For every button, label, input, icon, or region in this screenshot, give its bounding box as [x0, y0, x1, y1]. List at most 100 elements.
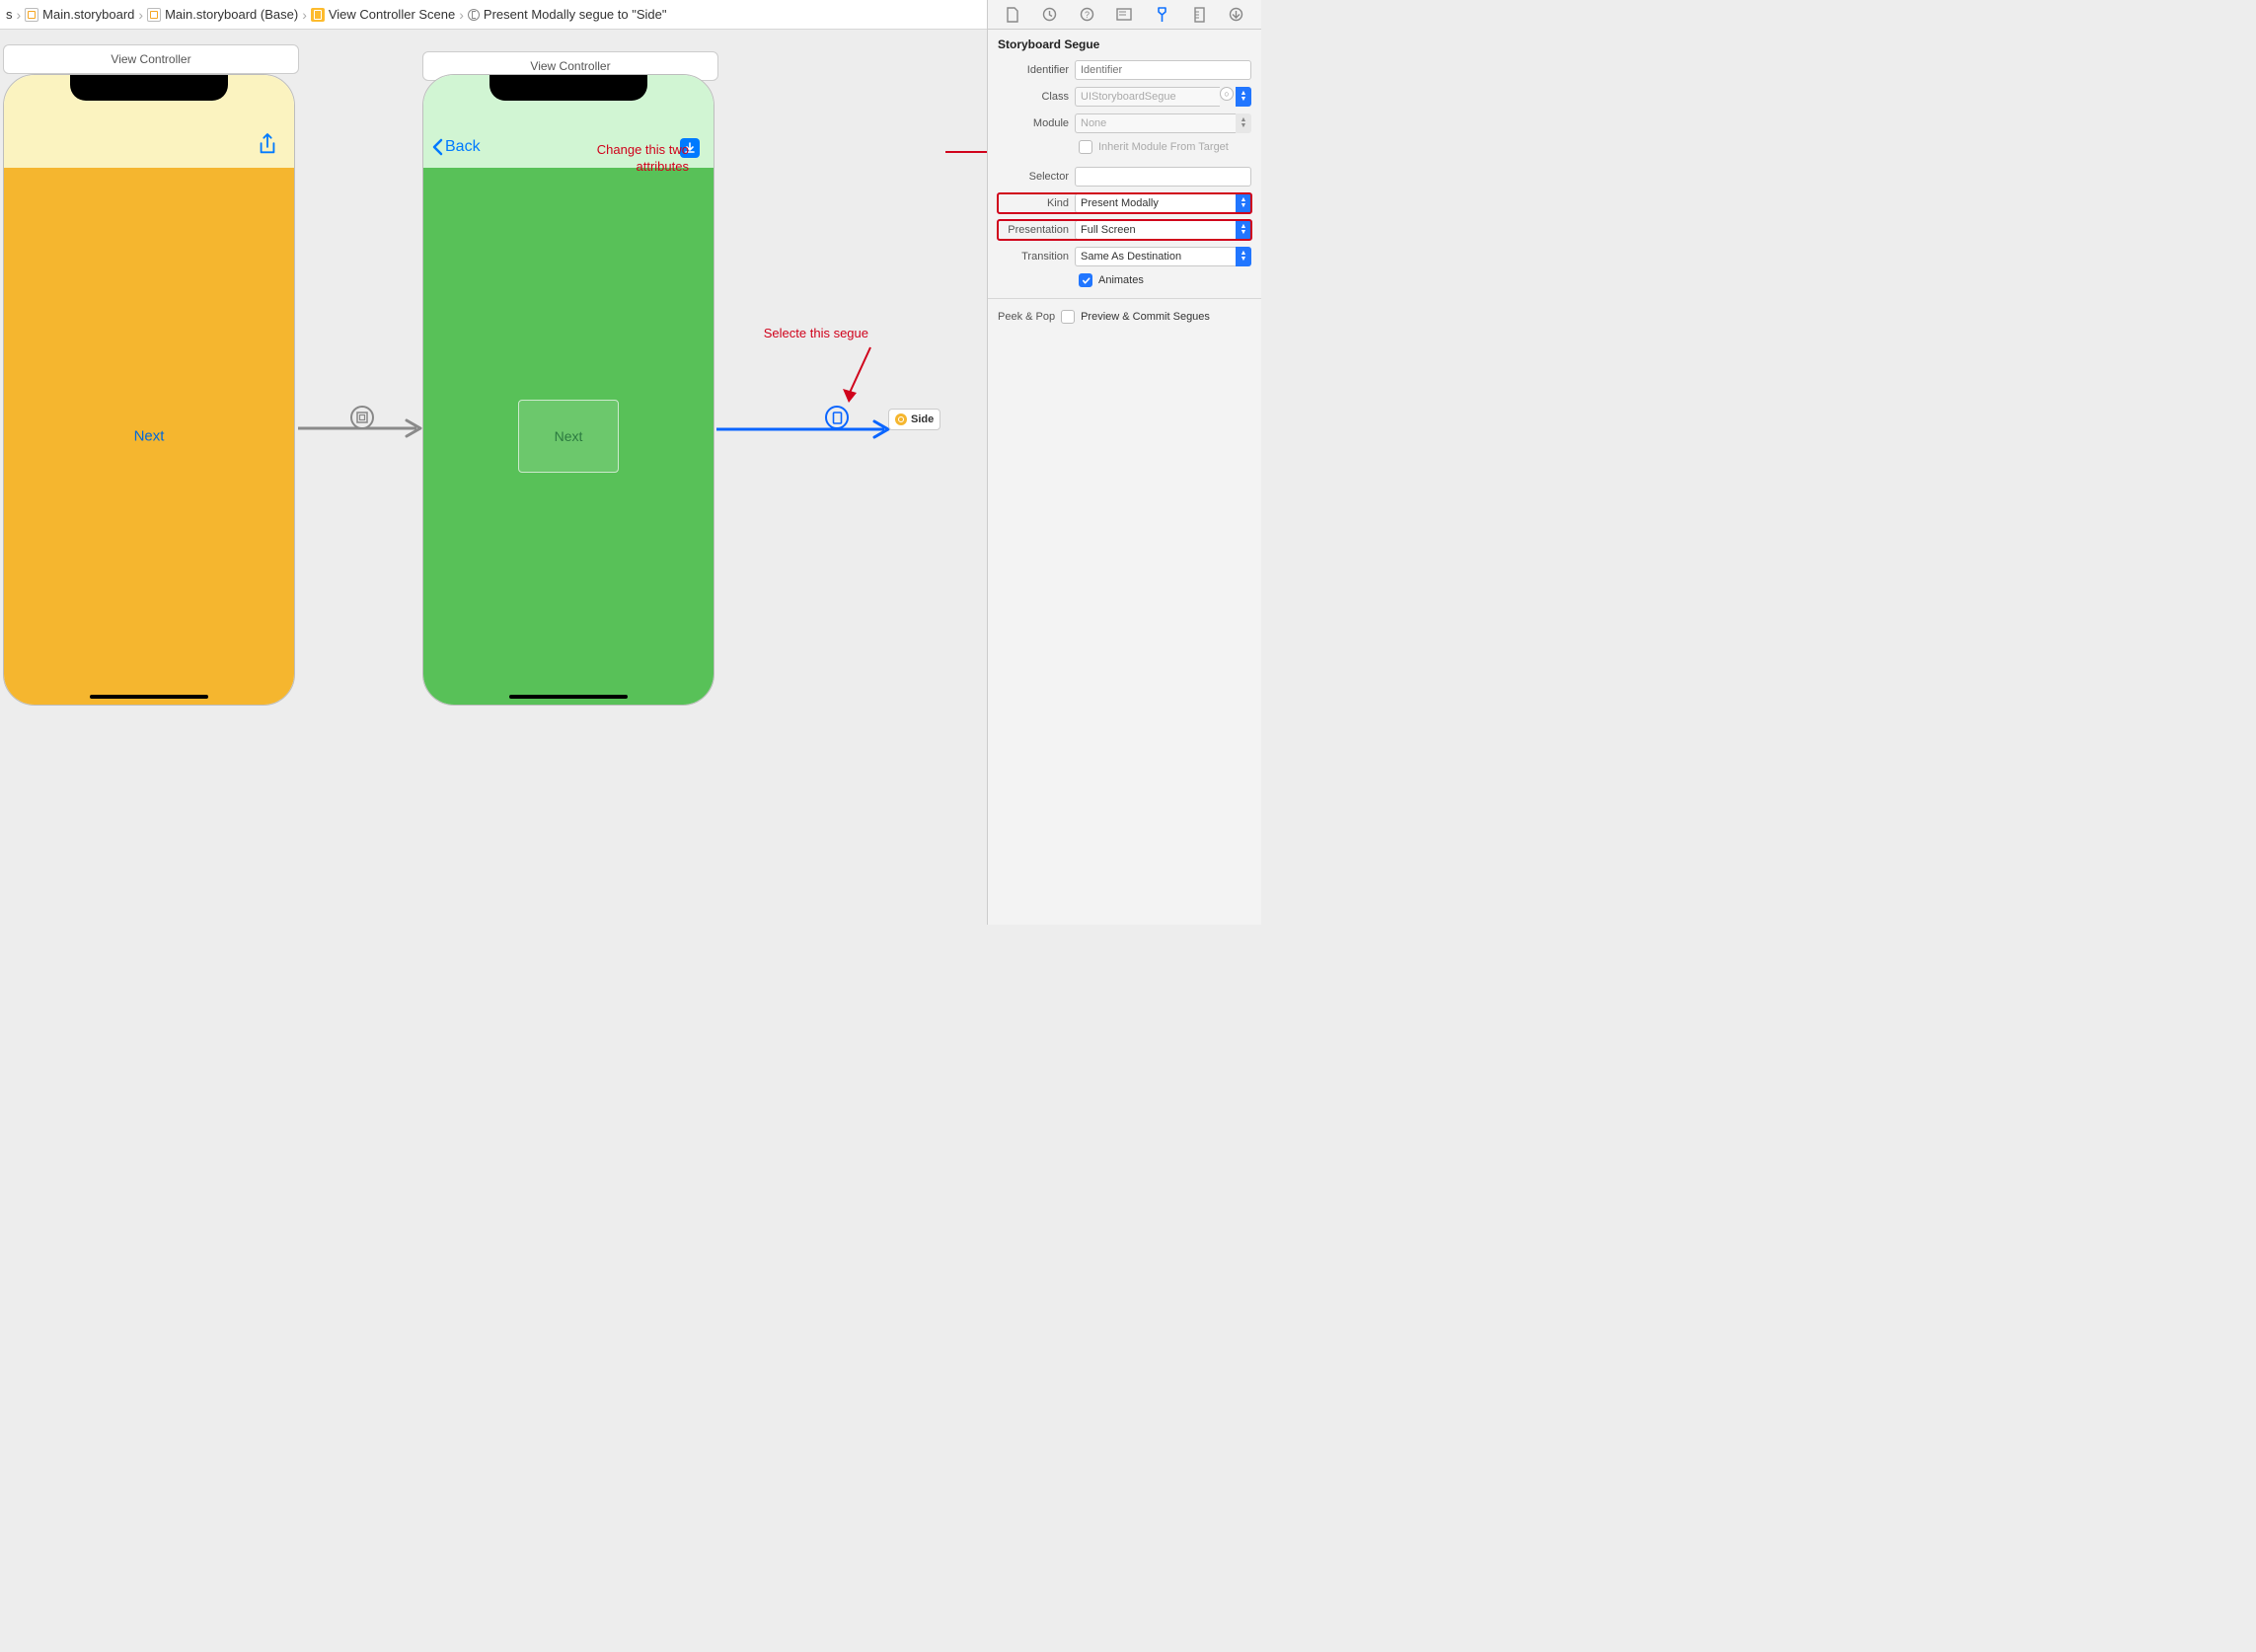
peek-label: Peek & Pop	[998, 311, 1055, 323]
attributes-inspector-tab-icon[interactable]	[1152, 5, 1171, 25]
help-inspector-tab-icon[interactable]: ?	[1078, 5, 1097, 25]
anno-text: Change this two	[597, 142, 689, 159]
transition-row: Transition Same As Destination ▲▼	[998, 247, 1251, 266]
crumb-text: s	[6, 7, 13, 22]
dropdown-arrow-icon[interactable]: ▲▼	[1236, 113, 1251, 133]
container-view[interactable]: Next	[518, 400, 619, 473]
inherit-module-checkbox[interactable]	[1079, 140, 1092, 154]
inspector-panel: ? Storyboard Segue Identifier Class UISt…	[987, 0, 1261, 925]
segue-icon	[468, 9, 480, 21]
peek-value-label: Preview & Commit Segues	[1081, 311, 1210, 323]
annotation-arrow-1	[945, 145, 987, 155]
share-icon[interactable]	[257, 132, 278, 158]
main-view-orange: Next	[4, 168, 294, 705]
home-indicator-icon	[90, 695, 208, 699]
kind-row: Kind Present Modally ▲▼	[998, 193, 1251, 213]
phone-frame: Next	[3, 74, 295, 706]
peek-pop-row: Peek & Pop Preview & Commit Segues	[998, 310, 1251, 324]
presentation-row: Presentation Full Screen ▲▼	[998, 220, 1251, 240]
selector-input[interactable]	[1075, 167, 1251, 187]
transition-label: Transition	[998, 251, 1069, 263]
module-select[interactable]: None	[1075, 113, 1236, 133]
annotation-select-segue: Selecte this segue	[764, 326, 868, 340]
transition-value: Same As Destination	[1081, 251, 1181, 263]
class-select[interactable]: UIStoryboardSegue	[1075, 87, 1220, 107]
size-inspector-tab-icon[interactable]	[1189, 5, 1209, 25]
chevron-right-icon: ›	[459, 7, 464, 23]
storyboard-canvas[interactable]: View Controller Next View Controller	[0, 30, 987, 925]
crumb-truncated[interactable]: s	[6, 7, 13, 22]
history-inspector-tab-icon[interactable]	[1040, 5, 1060, 25]
peek-pop-checkbox[interactable]	[1061, 310, 1075, 324]
crumb-storyboard-base[interactable]: Main.storyboard (Base)	[147, 7, 298, 22]
class-row: Class UIStoryboardSegue ○ ▲▼	[998, 87, 1251, 107]
view-controller-1[interactable]: Next	[3, 74, 295, 706]
anno-text: attributes	[597, 159, 689, 176]
vc-title-text: View Controller	[111, 52, 190, 66]
presentation-label: Presentation	[998, 224, 1069, 236]
nav-bar-area	[4, 75, 294, 168]
class-jump-icon[interactable]: ○	[1220, 87, 1234, 101]
inspector-tabs: ?	[988, 0, 1261, 30]
crumb-text: Main.storyboard (Base)	[165, 7, 298, 22]
back-label: Back	[445, 138, 481, 156]
presentation-value: Full Screen	[1081, 224, 1136, 236]
annotation-arrow-2	[841, 345, 880, 405]
inherit-module-row: Inherit Module From Target	[1079, 140, 1251, 154]
chevron-right-icon: ›	[138, 7, 143, 23]
vc-dot-icon	[895, 413, 907, 425]
segue-present-modally-icon[interactable]	[825, 406, 849, 429]
class-value: UIStoryboardSegue	[1081, 91, 1176, 103]
segue-arrow-selected[interactable]	[714, 415, 892, 443]
main-view-green: Next	[423, 168, 714, 705]
module-row: Module None ▲▼	[998, 113, 1251, 133]
segue-kind-icon[interactable]	[350, 406, 374, 429]
chevron-right-icon: ›	[302, 7, 307, 23]
dropdown-arrow-icon[interactable]: ▲▼	[1236, 87, 1251, 107]
inherit-label: Inherit Module From Target	[1098, 141, 1229, 153]
anno-text: Selecte this segue	[764, 326, 868, 340]
notch-icon	[70, 75, 228, 101]
identifier-input[interactable]	[1075, 60, 1251, 80]
next-button[interactable]: Next	[134, 428, 165, 445]
crumb-text: Main.storyboard	[42, 7, 134, 22]
identity-inspector-tab-icon[interactable]	[1114, 5, 1134, 25]
svg-text:?: ?	[1085, 10, 1090, 20]
presentation-select[interactable]: Full Screen	[1075, 220, 1236, 240]
storyboard-file-icon	[147, 8, 161, 22]
scene-icon	[311, 8, 325, 22]
kind-value: Present Modally	[1081, 197, 1159, 209]
identifier-label: Identifier	[998, 64, 1069, 76]
inspector-body: Storyboard Segue Identifier Class UIStor…	[988, 30, 1261, 332]
connections-inspector-tab-icon[interactable]	[1227, 5, 1246, 25]
chevron-right-icon: ›	[17, 7, 22, 23]
crumb-scene[interactable]: View Controller Scene	[311, 7, 455, 22]
crumb-segue[interactable]: Present Modally segue to "Side"	[468, 7, 667, 22]
side-vc-badge[interactable]: Side	[888, 409, 940, 430]
class-label: Class	[998, 91, 1069, 103]
crumb-text: Present Modally segue to "Side"	[484, 7, 667, 22]
vc1-title-bar[interactable]: View Controller	[3, 44, 299, 74]
crumb-storyboard[interactable]: Main.storyboard	[25, 7, 134, 22]
notch-icon	[489, 75, 647, 101]
kind-label: Kind	[998, 197, 1069, 209]
annotation-change-attributes: Change this two attributes	[597, 142, 689, 176]
vc-title-text: View Controller	[530, 59, 610, 73]
back-button[interactable]: Back	[431, 138, 481, 156]
module-value: None	[1081, 117, 1106, 129]
home-indicator-icon	[509, 695, 628, 699]
kind-select[interactable]: Present Modally	[1075, 193, 1236, 213]
dropdown-arrow-icon[interactable]: ▲▼	[1236, 193, 1251, 213]
storyboard-file-icon	[25, 8, 38, 22]
module-label: Module	[998, 117, 1069, 129]
animates-row: Animates	[1079, 273, 1251, 287]
dropdown-arrow-icon[interactable]: ▲▼	[1236, 247, 1251, 266]
next-label: Next	[555, 428, 583, 444]
animates-checkbox[interactable]	[1079, 273, 1092, 287]
animates-label: Animates	[1098, 274, 1144, 286]
file-inspector-tab-icon[interactable]	[1003, 5, 1022, 25]
identifier-row: Identifier	[998, 60, 1251, 80]
dropdown-arrow-icon[interactable]: ▲▼	[1236, 220, 1251, 240]
crumb-text: View Controller Scene	[329, 7, 455, 22]
transition-select[interactable]: Same As Destination	[1075, 247, 1236, 266]
